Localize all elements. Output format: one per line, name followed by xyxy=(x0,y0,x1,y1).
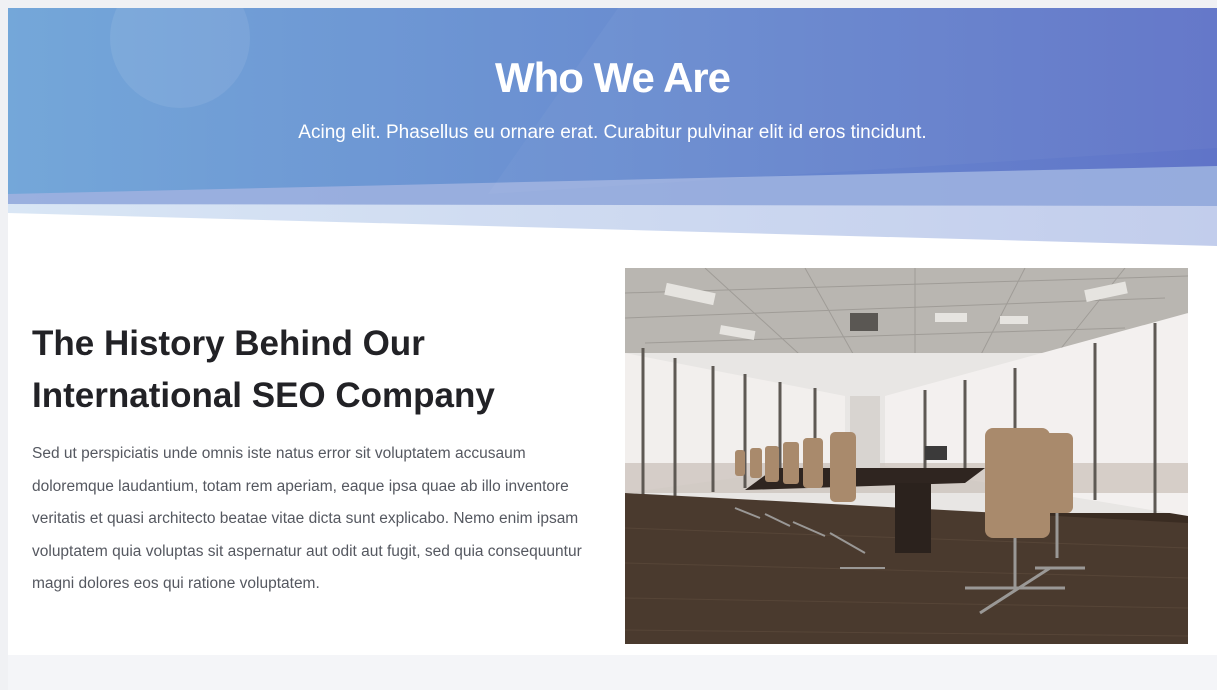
hero-banner: Who We Are Acing elit. Phasellus eu orna… xyxy=(8,8,1217,258)
hero-title: Who We Are xyxy=(494,54,731,101)
conference-room-photo xyxy=(625,268,1188,644)
hero-subtitle: Acing elit. Phasellus eu ornare erat. Cu… xyxy=(298,122,927,143)
next-section-band xyxy=(8,655,1217,690)
history-heading: The History Behind Our International SEO… xyxy=(32,324,495,415)
history-body-text: Sed ut perspiciatis unde omnis iste natu… xyxy=(32,445,582,592)
page-frame: Who We Are Acing elit. Phasellus eu orna… xyxy=(8,8,1217,690)
